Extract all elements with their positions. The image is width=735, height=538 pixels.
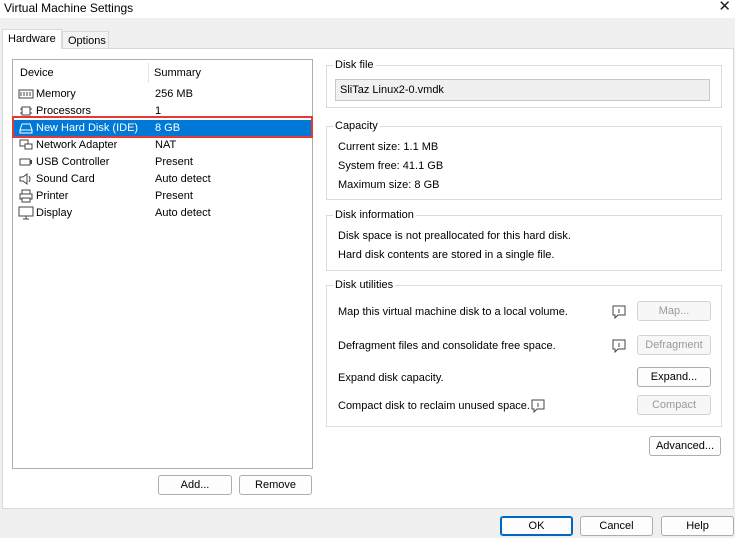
column-header-device[interactable]: Device bbox=[20, 67, 54, 79]
device-summary: Present bbox=[155, 156, 193, 168]
memory-icon bbox=[18, 89, 34, 99]
add-device-button[interactable]: Add... bbox=[158, 475, 232, 495]
group-title: Disk utilities bbox=[333, 278, 396, 292]
system-free-text: System free: 41.1 GB bbox=[338, 160, 444, 172]
compact-description: Compact disk to reclaim unused space. bbox=[338, 400, 530, 412]
display-icon bbox=[18, 206, 34, 220]
device-row-memory[interactable]: Memory 256 MB bbox=[14, 86, 311, 103]
device-row-sound-card[interactable]: Sound Card Auto detect bbox=[14, 171, 311, 188]
remove-device-button[interactable]: Remove bbox=[239, 475, 312, 495]
close-icon[interactable]: ✕ bbox=[718, 0, 731, 15]
device-summary: Auto detect bbox=[155, 173, 211, 185]
expand-button[interactable]: Expand... bbox=[637, 367, 711, 387]
map-description: Map this virtual machine disk to a local… bbox=[338, 306, 568, 318]
info-icon[interactable] bbox=[612, 305, 626, 319]
disk-utilities-group: Disk utilities Map this virtual machine … bbox=[326, 278, 722, 427]
device-name: Processors bbox=[36, 105, 92, 117]
info-icon[interactable] bbox=[612, 339, 626, 353]
device-summary: 1 bbox=[155, 105, 162, 117]
maximum-size-text: Maximum size: 8 GB bbox=[338, 179, 440, 191]
device-row-hard-disk[interactable]: New Hard Disk (IDE) 8 GB bbox=[14, 120, 311, 137]
column-separator bbox=[148, 63, 149, 83]
compact-button[interactable]: Compact bbox=[637, 395, 711, 415]
defragment-button[interactable]: Defragment bbox=[637, 335, 711, 355]
network-icon bbox=[19, 139, 33, 150]
single-file-text: Hard disk contents are stored in a singl… bbox=[338, 249, 555, 261]
map-button[interactable]: Map... bbox=[637, 301, 711, 321]
usb-icon bbox=[19, 158, 32, 166]
defragment-description: Defragment files and consolidate free sp… bbox=[338, 340, 556, 352]
column-header-summary[interactable]: Summary bbox=[154, 67, 201, 79]
device-row-printer[interactable]: Printer Present bbox=[14, 188, 311, 205]
device-row-processors[interactable]: Processors 1 bbox=[14, 103, 311, 120]
cancel-button[interactable]: Cancel bbox=[580, 516, 653, 536]
device-row-usb-controller[interactable]: USB Controller Present bbox=[14, 154, 311, 171]
device-name: Sound Card bbox=[36, 173, 95, 185]
printer-icon bbox=[19, 189, 33, 203]
device-summary: 8 GB bbox=[155, 122, 181, 134]
device-summary: Auto detect bbox=[155, 207, 211, 219]
expand-description: Expand disk capacity. bbox=[338, 372, 444, 384]
device-name: Display bbox=[36, 207, 73, 219]
tab-hardware[interactable]: Hardware bbox=[2, 29, 62, 49]
device-name: Memory bbox=[36, 88, 76, 100]
group-title: Capacity bbox=[333, 119, 380, 133]
sound-icon bbox=[19, 173, 31, 185]
device-row-display[interactable]: Display Auto detect bbox=[14, 205, 311, 222]
processor-icon bbox=[20, 106, 32, 116]
preallocation-text: Disk space is not preallocated for this … bbox=[338, 230, 571, 242]
info-icon[interactable] bbox=[531, 399, 545, 413]
advanced-button[interactable]: Advanced... bbox=[649, 436, 721, 456]
tab-options[interactable]: Options bbox=[62, 31, 109, 49]
disk-file-field: SliTaz Linux2-0.vmdk bbox=[335, 79, 710, 101]
ok-button[interactable]: OK bbox=[500, 516, 573, 536]
group-title: Disk information bbox=[333, 208, 416, 222]
device-list-header: Device Summary bbox=[13, 60, 312, 86]
group-title: Disk file bbox=[333, 58, 376, 72]
hard-disk-icon bbox=[19, 123, 33, 134]
window-title: Virtual Machine Settings bbox=[4, 1, 134, 15]
help-button[interactable]: Help bbox=[661, 516, 734, 536]
device-name: New Hard Disk (IDE) bbox=[36, 122, 139, 134]
current-size-text: Current size: 1.1 MB bbox=[338, 141, 439, 153]
device-name: Network Adapter bbox=[36, 139, 118, 151]
disk-file-group: Disk file SliTaz Linux2-0.vmdk bbox=[326, 58, 722, 108]
capacity-group: Capacity Current size: 1.1 MB System fre… bbox=[326, 119, 722, 200]
device-row-network-adapter[interactable]: Network Adapter NAT bbox=[14, 137, 311, 154]
disk-information-group: Disk information Disk space is not preal… bbox=[326, 208, 722, 271]
device-list[interactable]: Device Summary Memory 256 MB Processors … bbox=[12, 59, 313, 469]
title-bar: Virtual Machine Settings ✕ bbox=[0, 0, 735, 18]
device-name: USB Controller bbox=[36, 156, 110, 168]
device-summary: Present bbox=[155, 190, 193, 202]
device-summary: 256 MB bbox=[155, 88, 193, 100]
device-name: Printer bbox=[36, 190, 69, 202]
device-summary: NAT bbox=[155, 139, 177, 151]
